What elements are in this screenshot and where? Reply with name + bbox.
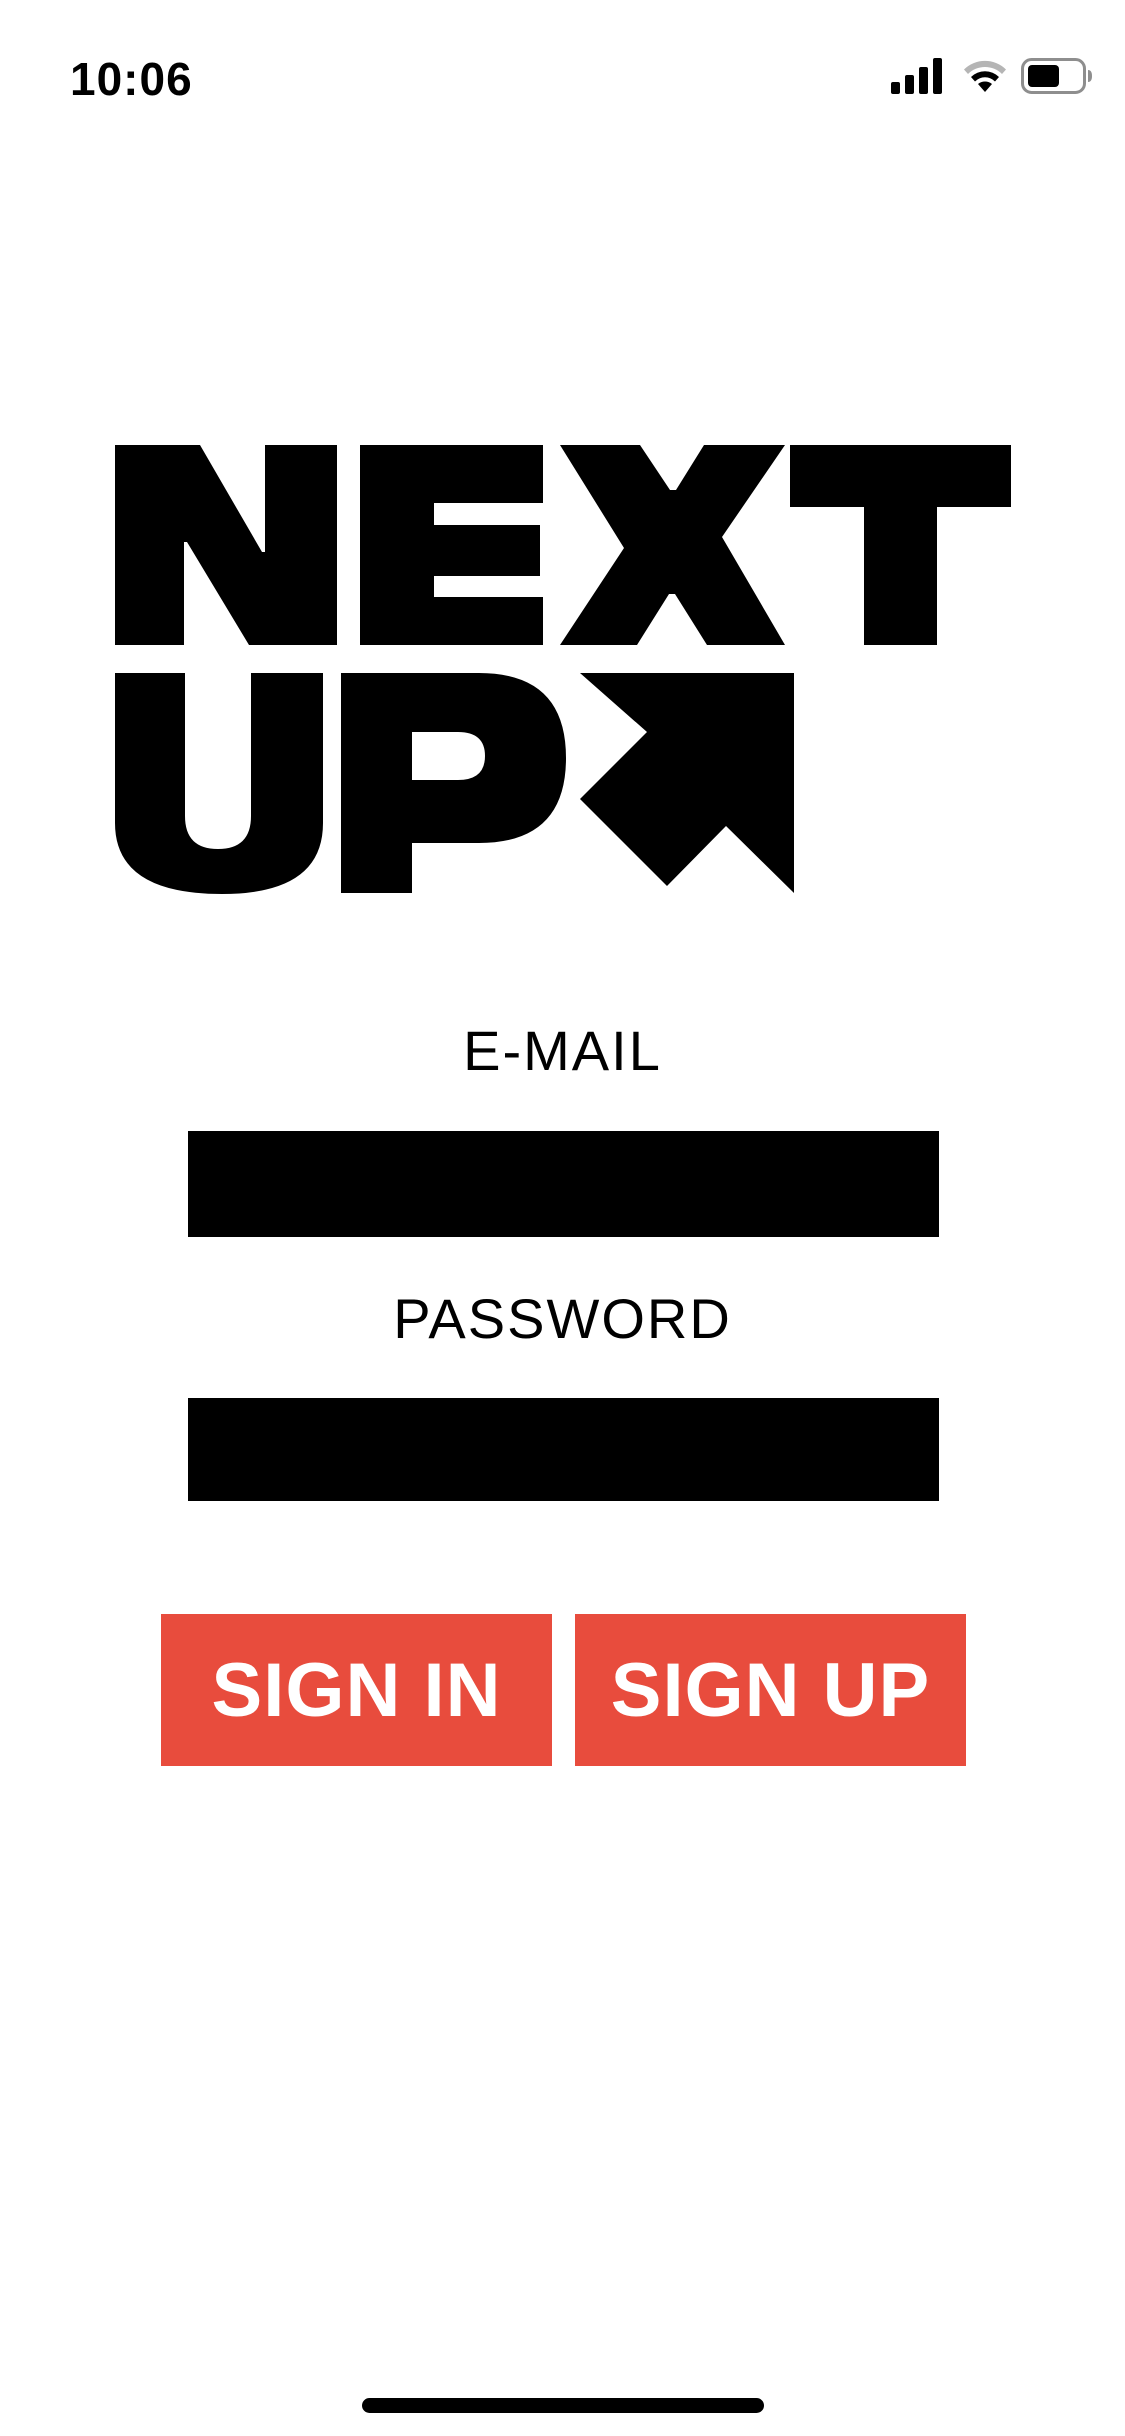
logo-letter-n [115, 445, 337, 645]
logo-letter-x [560, 445, 785, 645]
wifi-icon [964, 60, 1006, 92]
password-field[interactable] [188, 1398, 939, 1501]
home-indicator[interactable] [362, 2398, 764, 2413]
battery-icon [1021, 58, 1092, 94]
logo-letter-u [115, 673, 323, 894]
nextup-logo [115, 445, 1011, 894]
status-time: 10:06 [70, 53, 193, 105]
email-field[interactable] [188, 1131, 939, 1237]
cellular-signal-icon [891, 58, 942, 94]
logo-letter-e [360, 445, 543, 645]
password-label: PASSWORD [393, 1287, 732, 1350]
arrow-up-right-icon [580, 673, 794, 893]
logo-letter-t [790, 445, 1011, 645]
logo-letter-p [341, 673, 566, 893]
email-label: E-MAIL [463, 1019, 662, 1082]
sign-up-button[interactable]: SIGN UP [575, 1614, 966, 1766]
sign-in-button[interactable]: SIGN IN [161, 1614, 552, 1766]
status-bar: 10:06 [0, 0, 1125, 150]
